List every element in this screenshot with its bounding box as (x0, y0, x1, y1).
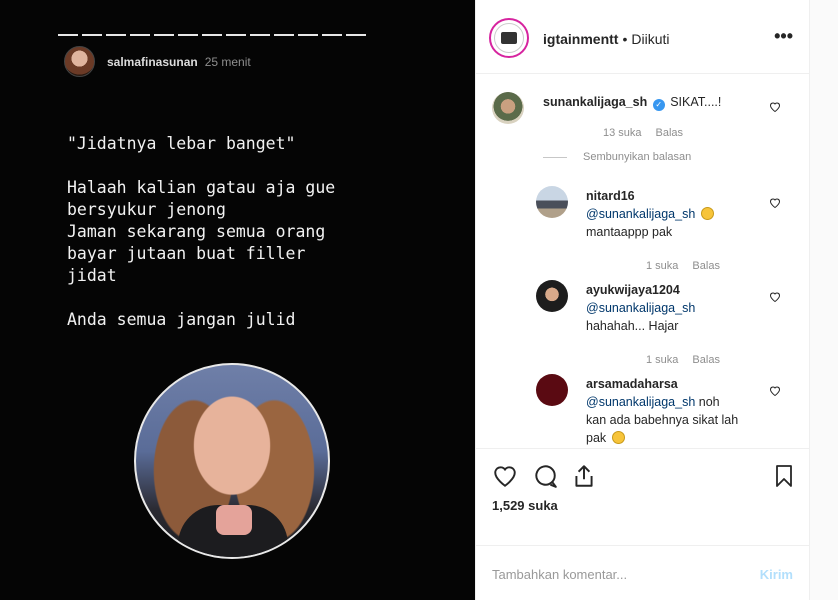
reply-item: arsamadaharsa @sunankalijaga_sh noh kan … (586, 375, 761, 447)
reply-button[interactable]: Balas (692, 354, 720, 366)
poster-username[interactable]: igtainmentt (543, 31, 618, 47)
comment-avatar[interactable] (492, 92, 524, 124)
bookmark-icon[interactable] (772, 463, 798, 489)
story-progress-segment (178, 34, 198, 36)
reply-item: nitard16 @sunankalijaga_sh mantaappp pak (586, 187, 746, 241)
verified-badge-icon: ✓ (652, 99, 665, 111)
story-progress-segment (58, 34, 78, 36)
reply-text: mantaappp pak (586, 225, 673, 239)
grinning-emoji-icon (700, 207, 714, 220)
poster-avatar-image (494, 23, 524, 53)
poster-avatar[interactable] (489, 18, 529, 58)
post-comment-button[interactable]: Kirim (760, 567, 793, 582)
hide-replies-label: Sembunyikan balasan (583, 151, 692, 163)
reply-text-line2: kan ada babehnya sikat lah (586, 413, 739, 427)
reply-button[interactable]: Balas (656, 127, 684, 139)
reply-text: hahahah... Hajar (586, 319, 679, 333)
story-progress-bar (58, 34, 366, 36)
separator-dot: • (622, 31, 628, 47)
post-side-panel: igtainmentt • Diikuti ••• sunankalijaga_sh… (475, 0, 810, 600)
reply-mention[interactable]: @sunankalijaga_sh (586, 207, 695, 221)
like-heart-icon[interactable] (492, 463, 518, 489)
reply-username[interactable]: ayukwijaya1204 (586, 283, 680, 297)
story-photo (134, 363, 330, 559)
story-text: "Jidatnya lebar banget" Halaah kalian ga… (67, 134, 336, 329)
add-comment-bar: Tambahkan komentar... Kirim (476, 545, 809, 600)
story-progress-segment (202, 34, 222, 36)
story-progress-segment (322, 34, 342, 36)
share-icon[interactable] (571, 463, 597, 489)
reply-mention[interactable]: @sunankalijaga_sh (586, 301, 695, 315)
reply-like-heart-icon[interactable] (769, 196, 781, 209)
story-user-header: salmafinasunan 25 menit (64, 46, 251, 77)
reply-avatar[interactable] (536, 374, 568, 406)
page-background (810, 0, 838, 600)
reply-like-heart-icon[interactable] (769, 290, 781, 303)
story-progress-segment (274, 34, 294, 36)
reply-like-heart-icon[interactable] (769, 384, 781, 397)
hide-replies-button[interactable]: Sembunyikan balasan (543, 151, 691, 163)
story-panel: salmafinasunan 25 menit "Jidatnya lebar … (0, 0, 475, 600)
photo-collar (216, 505, 252, 535)
comment-input[interactable]: Tambahkan komentar... (492, 567, 627, 582)
comment-meta: 13 suka Balas (603, 127, 683, 139)
poster-info: igtainmentt • Diikuti (543, 31, 669, 47)
reply-text: noh (698, 395, 720, 409)
hide-replies-line (543, 156, 567, 158)
comment-likes[interactable]: 13 suka (603, 127, 642, 139)
comment-bubble-icon[interactable] (532, 463, 558, 489)
story-progress-segment (298, 34, 318, 36)
story-progress-segment (226, 34, 246, 36)
reply-likes[interactable]: 1 suka (646, 354, 678, 366)
reply-username[interactable]: arsamadaharsa (586, 377, 678, 391)
comment-text: SIKAT....! (670, 95, 722, 109)
story-username[interactable]: salmafinasunan (107, 55, 198, 69)
comment-like-heart-icon[interactable] (769, 100, 781, 113)
reply-meta: 1 suka Balas (646, 260, 720, 272)
story-progress-segment (130, 34, 150, 36)
reply-text-line3: pak (586, 431, 607, 445)
story-time: 25 menit (204, 54, 251, 69)
likes-count[interactable]: 1,529 suka (492, 498, 558, 513)
reply-avatar[interactable] (536, 280, 568, 312)
reply-avatar[interactable] (536, 186, 568, 218)
reply-mention[interactable]: @sunankalijaga_sh (586, 395, 695, 409)
reply-button[interactable]: Balas (692, 260, 720, 272)
story-progress-segment (250, 34, 270, 36)
reply-meta: 1 suka Balas (646, 354, 720, 366)
post-actions: 1,529 suka (476, 448, 809, 543)
reply-item: ayukwijaya1204 @sunankalijaga_sh hahahah… (586, 281, 746, 335)
comment-username[interactable]: sunankalijaga_sh (543, 95, 647, 109)
comments-list: sunankalijaga_sh ✓ SIKAT....! 13 suka Bal… (476, 75, 809, 448)
story-progress-segment (82, 34, 102, 36)
reply-likes[interactable]: 1 suka (646, 260, 678, 272)
post-header: igtainmentt • Diikuti ••• (476, 0, 809, 74)
comment-main: sunankalijaga_sh ✓ SIKAT....! (543, 93, 721, 111)
more-horizontal-icon[interactable]: ••• (774, 27, 793, 45)
rofl-emoji-icon (611, 431, 625, 444)
story-progress-segment (106, 34, 126, 36)
story-avatar[interactable] (64, 46, 95, 77)
story-progress-segment (346, 34, 366, 36)
reply-username[interactable]: nitard16 (586, 189, 635, 203)
follow-status[interactable]: Diikuti (631, 31, 669, 47)
story-progress-segment (154, 34, 174, 36)
